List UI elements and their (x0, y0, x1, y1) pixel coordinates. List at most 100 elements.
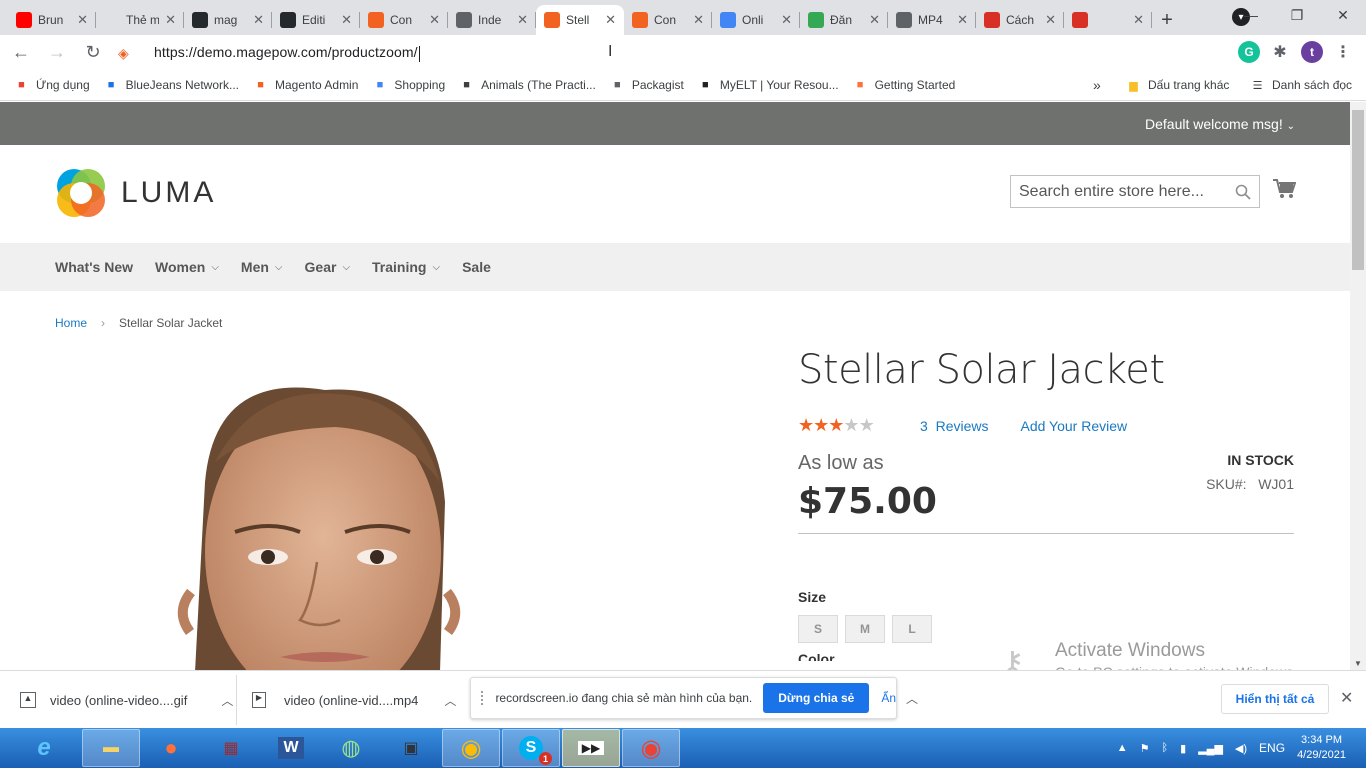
close-window-button[interactable]: ✕ (1320, 0, 1366, 30)
close-tab-icon[interactable]: ✕ (77, 12, 88, 28)
browser-tab[interactable]: MP4 ✕ (888, 5, 976, 35)
bluetooth-icon[interactable]: ᛒ (1162, 742, 1169, 754)
signal-icon[interactable]: ▂▄▆ (1198, 742, 1223, 755)
close-tab-icon[interactable]: ✕ (781, 12, 792, 28)
grammarly-icon[interactable]: G (1238, 41, 1260, 63)
reload-button[interactable]: ↻ (78, 38, 108, 68)
clock[interactable]: 3:34 PM 4/29/2021 (1297, 733, 1346, 763)
close-tab-icon[interactable]: ✕ (1133, 12, 1144, 28)
nav-item[interactable]: Sale (462, 259, 491, 275)
firefox-icon[interactable]: ● (142, 729, 200, 767)
scrollbar-thumb[interactable] (1352, 110, 1364, 270)
close-icon[interactable]: ✕ (1340, 688, 1353, 708)
search-icon[interactable] (1235, 184, 1251, 200)
browser-tab[interactable]: Con ✕ (360, 5, 448, 35)
chevron-up-icon[interactable]: ︿ (906, 690, 918, 707)
cart-icon[interactable] (1272, 178, 1296, 200)
action-center-icon[interactable]: ⚑ (1140, 742, 1150, 755)
ie-icon[interactable]: e (22, 728, 66, 768)
size-swatch[interactable]: M (845, 615, 885, 643)
close-tab-icon[interactable]: ✕ (693, 12, 704, 28)
winrar-icon[interactable]: ▦ (202, 729, 260, 767)
show-all-downloads-button[interactable]: Hiển thị tất cả (1221, 684, 1329, 714)
browser-tab[interactable]: Thẻ mới ✕ (96, 5, 184, 35)
download-item[interactable]: ▶ video (online-vid....mp4 ︿ (252, 671, 456, 729)
nav-item[interactable]: What's New (55, 259, 133, 275)
download-item[interactable]: ▲ video (online-video....gif ︿ (20, 671, 233, 729)
browser-tab[interactable]: Inde ✕ (448, 5, 536, 35)
bookmark-item[interactable]: ■ Magento Admin (253, 78, 358, 93)
other-bookmarks-folder[interactable]: ▆ Dấu trang khác (1126, 78, 1229, 93)
settings-icon[interactable]: ▣ (382, 729, 440, 767)
media-player-icon[interactable]: ▶▶ (562, 729, 620, 767)
chrome-icon[interactable]: ◉ (442, 729, 500, 767)
file-explorer-icon[interactable]: ▬ (82, 729, 140, 767)
restore-button[interactable]: ❐ (1274, 0, 1320, 30)
chevron-up-icon[interactable]: ︿ (444, 692, 456, 709)
stop-sharing-button[interactable]: Dừng chia sẻ (763, 683, 870, 713)
size-swatch[interactable]: S (798, 615, 838, 643)
new-tab-button[interactable]: + (1152, 5, 1182, 35)
browser-tab[interactable]: mag ✕ (184, 5, 272, 35)
scroll-down-arrow-icon[interactable]: ▼ (1354, 659, 1362, 668)
bookmark-item[interactable]: ■ MyELT | Your Resou... (698, 78, 839, 93)
bookmark-item[interactable]: ■ Packagist (610, 78, 684, 93)
bookmark-item[interactable]: ■ Animals (The Practi... (459, 78, 596, 93)
reviews-link[interactable]: 3 Reviews (920, 418, 988, 434)
close-tab-icon[interactable]: ✕ (1045, 12, 1056, 28)
breadcrumb-home-link[interactable]: Home (55, 316, 87, 330)
reading-list-button[interactable]: ☰ Danh sách đọc (1250, 78, 1353, 93)
tray-expand-icon[interactable]: ▲ (1117, 742, 1128, 754)
browser-tab[interactable]: Stell ✕ (536, 5, 624, 35)
profile-avatar[interactable]: t (1301, 41, 1323, 63)
nav-item[interactable]: Women ⌵ (155, 259, 219, 275)
luma-logo[interactable]: LUMA (55, 167, 216, 219)
back-button[interactable]: ← (6, 38, 36, 68)
extensions-icon[interactable]: ✱ (1269, 41, 1291, 63)
browser-tab[interactable]: Cách ✕ (976, 5, 1064, 35)
search-input[interactable]: Search entire store here... (1010, 175, 1260, 208)
hide-button[interactable]: Ẩn (881, 691, 896, 705)
nav-item[interactable]: Men ⌵ (241, 259, 283, 275)
bookmark-item[interactable]: ■ Shopping (372, 78, 446, 93)
browser-tab[interactable]: Đăn ✕ (800, 5, 888, 35)
close-tab-icon[interactable]: ✕ (605, 12, 616, 28)
skype-icon[interactable]: S1 (502, 729, 560, 767)
browser-tab[interactable]: ✕ (1064, 5, 1152, 35)
close-tab-icon[interactable]: ✕ (429, 12, 440, 28)
close-tab-icon[interactable]: ✕ (165, 12, 176, 28)
close-tab-icon[interactable]: ✕ (341, 12, 352, 28)
page-scrollbar[interactable]: ▼ (1350, 102, 1366, 670)
volume-icon[interactable]: ◀) (1235, 742, 1247, 755)
more-bookmarks-button[interactable]: » (1093, 77, 1101, 93)
forward-button[interactable]: → (42, 38, 72, 68)
welcome-switcher[interactable]: Default welcome msg! ⌄ (1145, 116, 1295, 132)
add-review-link[interactable]: Add Your Review (1020, 418, 1127, 434)
close-tab-icon[interactable]: ✕ (957, 12, 968, 28)
nav-item[interactable]: Training ⌵ (372, 259, 440, 275)
close-tab-icon[interactable]: ✕ (869, 12, 880, 28)
network-icon[interactable]: ◍ (322, 729, 380, 767)
chevron-up-icon[interactable]: ︿ (221, 692, 233, 709)
menu-icon[interactable]: ⋮ (1332, 41, 1354, 63)
browser-tab[interactable]: Onli ✕ (712, 5, 800, 35)
bookmark-item[interactable]: ■ Getting Started (853, 78, 956, 93)
browser-tab[interactable]: Brun ✕ (8, 5, 96, 35)
minimize-button[interactable]: — (1228, 0, 1274, 30)
drag-handle-icon[interactable] (481, 691, 485, 705)
address-bar[interactable]: ◈ https://demo.magepow.com/productzoom/ … (112, 39, 1232, 67)
product-image-gallery[interactable] (55, 362, 755, 670)
nav-item[interactable]: Gear ⌵ (305, 259, 351, 275)
chrome-icon[interactable]: ◉ (622, 729, 680, 767)
browser-tab[interactable]: Editi ✕ (272, 5, 360, 35)
bookmark-item[interactable]: ■ BlueJeans Network... (104, 78, 239, 93)
language-indicator[interactable]: ENG (1259, 741, 1285, 755)
bookmark-item[interactable]: ■ Ứng dụng (14, 78, 89, 93)
browser-tab[interactable]: Con ✕ (624, 5, 712, 35)
close-tab-icon[interactable]: ✕ (517, 12, 528, 28)
word-icon[interactable]: W (262, 729, 320, 767)
size-swatch[interactable]: L (892, 615, 932, 643)
product-image[interactable] (55, 362, 755, 670)
close-tab-icon[interactable]: ✕ (253, 12, 264, 28)
url-text[interactable]: https://demo.magepow.com/productzoom/ (154, 44, 420, 62)
